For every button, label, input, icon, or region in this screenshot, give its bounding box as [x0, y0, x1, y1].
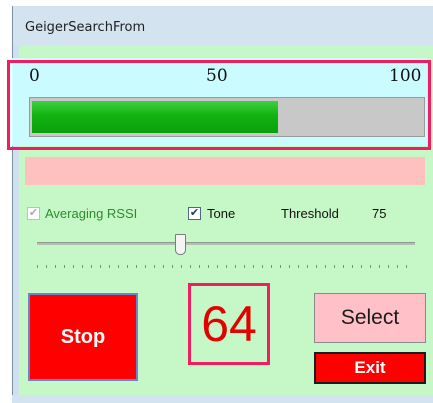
threshold-slider-thumb[interactable]: [175, 234, 186, 255]
slider-tick-marks: [37, 265, 415, 268]
tone-checkbox[interactable]: ✔: [188, 207, 201, 220]
stop-button[interactable]: Stop: [28, 293, 138, 381]
status-bar: [25, 157, 425, 185]
tone-label: Tone: [207, 206, 236, 221]
progress-highlight-box: [7, 60, 431, 150]
options-row: ✔ Averaging RSSI ✔ Tone Threshold 75: [0, 206, 433, 223]
threshold-slider-track[interactable]: [37, 242, 415, 245]
window-title: GeigerSearchFrom: [25, 20, 146, 35]
threshold-value: 75: [372, 206, 387, 221]
exit-button[interactable]: Exit: [314, 352, 426, 384]
averaging-rssi-label: Averaging RSSI: [45, 206, 138, 221]
threshold-label: Threshold: [281, 206, 339, 221]
select-button[interactable]: Select: [314, 293, 426, 343]
count-display: 64: [188, 283, 270, 365]
averaging-rssi-checkbox[interactable]: ✔: [27, 207, 40, 220]
window-bottom-edge: [12, 395, 433, 403]
title-bar[interactable]: GeigerSearchFrom: [13, 6, 433, 46]
